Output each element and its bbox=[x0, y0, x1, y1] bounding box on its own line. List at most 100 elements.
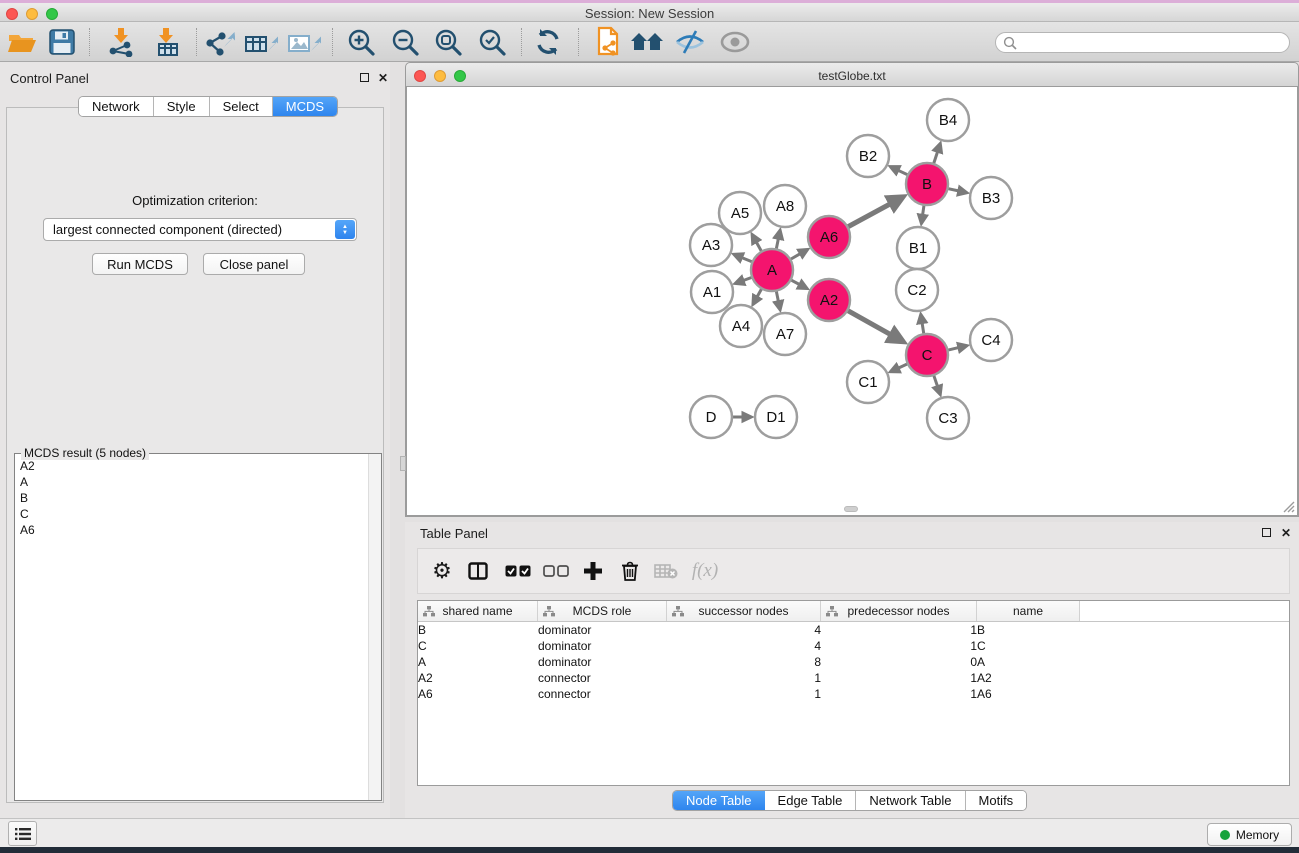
graph-node-B4[interactable]: B4 bbox=[927, 99, 969, 141]
table-cell[interactable]: 1 bbox=[821, 686, 977, 702]
home-icon[interactable] bbox=[629, 25, 665, 59]
table-cell[interactable]: 1 bbox=[667, 670, 821, 686]
export-network-icon[interactable] bbox=[201, 25, 237, 59]
table-row[interactable]: Adominator80A bbox=[418, 654, 1289, 670]
graph-node-C4[interactable]: C4 bbox=[970, 319, 1012, 361]
close-panel-button[interactable]: Close panel bbox=[203, 253, 305, 275]
column-header-shared-name[interactable]: shared name bbox=[418, 601, 538, 621]
tab-style[interactable]: Style bbox=[154, 97, 210, 116]
table-row[interactable]: A6connector11A6 bbox=[418, 686, 1289, 702]
hide-details-icon[interactable] bbox=[672, 25, 708, 59]
graph-node-A8[interactable]: A8 bbox=[764, 185, 806, 227]
export-image-icon[interactable] bbox=[286, 25, 322, 59]
table-cell[interactable]: dominator bbox=[538, 638, 667, 654]
table-cell[interactable]: 1 bbox=[667, 686, 821, 702]
result-item[interactable]: A bbox=[16, 474, 367, 490]
graph-node-B3[interactable]: B3 bbox=[970, 177, 1012, 219]
tab-network[interactable]: Network bbox=[79, 97, 154, 116]
table-cell[interactable]: A2 bbox=[418, 670, 538, 686]
table-cell[interactable]: A2 bbox=[977, 670, 1080, 686]
table-cell[interactable]: dominator bbox=[538, 654, 667, 670]
column-header-predecessor-nodes[interactable]: predecessor nodes bbox=[821, 601, 977, 621]
result-item[interactable]: A6 bbox=[16, 522, 367, 538]
import-table-icon[interactable] bbox=[148, 25, 184, 59]
result-item[interactable]: C bbox=[16, 506, 367, 522]
tab-select[interactable]: Select bbox=[210, 97, 273, 116]
new-network-from-selection-icon[interactable] bbox=[590, 25, 626, 59]
table-float-icon[interactable] bbox=[1262, 528, 1271, 537]
graph-node-A2[interactable]: A2 bbox=[808, 279, 850, 321]
table-close-icon[interactable]: ✕ bbox=[1281, 528, 1291, 538]
graph-node-A4[interactable]: A4 bbox=[720, 305, 762, 347]
graph-node-C[interactable]: C bbox=[906, 334, 948, 376]
select-all-checkboxes-icon[interactable] bbox=[501, 554, 535, 588]
graph-node-D[interactable]: D bbox=[690, 396, 732, 438]
graph-node-C2[interactable]: C2 bbox=[896, 269, 938, 311]
zoom-fit-icon[interactable] bbox=[430, 25, 466, 59]
memory-button[interactable]: Memory bbox=[1207, 823, 1292, 846]
table-cell[interactable]: A6 bbox=[418, 686, 538, 702]
show-columns-icon[interactable] bbox=[461, 554, 495, 588]
graph-node-B2[interactable]: B2 bbox=[847, 135, 889, 177]
table-cell[interactable]: 1 bbox=[821, 670, 977, 686]
result-scrollbar[interactable] bbox=[368, 454, 381, 800]
graph-node-A3[interactable]: A3 bbox=[690, 224, 732, 266]
function-builder-icon[interactable]: f(x) bbox=[683, 554, 727, 588]
table-row[interactable]: Cdominator41C bbox=[418, 638, 1289, 654]
graph-node-A[interactable]: A bbox=[751, 249, 793, 291]
table-cell[interactable]: A6 bbox=[977, 686, 1080, 702]
table-cell[interactable]: B bbox=[977, 622, 1080, 638]
criterion-dropdown[interactable]: largest connected component (directed) ▲… bbox=[43, 218, 357, 241]
graph-edge[interactable] bbox=[847, 204, 891, 228]
table-cell[interactable]: dominator bbox=[538, 622, 667, 638]
import-network-icon[interactable] bbox=[103, 25, 139, 59]
graph-node-A5[interactable]: A5 bbox=[719, 192, 761, 234]
graph-edge[interactable] bbox=[846, 310, 890, 335]
table-cell[interactable]: 0 bbox=[821, 654, 977, 670]
table-cell[interactable]: 1 bbox=[821, 638, 977, 654]
graph-node-B1[interactable]: B1 bbox=[897, 227, 939, 269]
table-options-icon[interactable]: ⚙ bbox=[425, 554, 459, 588]
graph-node-B[interactable]: B bbox=[906, 163, 948, 205]
table-cell[interactable]: connector bbox=[538, 670, 667, 686]
table-cell[interactable]: connector bbox=[538, 686, 667, 702]
column-header-name[interactable]: name bbox=[977, 601, 1080, 621]
table-row[interactable]: A2connector11A2 bbox=[418, 670, 1289, 686]
open-session-icon[interactable] bbox=[4, 25, 40, 59]
table-row[interactable]: Bdominator41B bbox=[418, 622, 1289, 638]
graph-node-D1[interactable]: D1 bbox=[755, 396, 797, 438]
table-cell[interactable]: C bbox=[977, 638, 1080, 654]
table-cell[interactable]: 4 bbox=[667, 622, 821, 638]
zoom-in-icon[interactable] bbox=[343, 25, 379, 59]
table-cell[interactable]: C bbox=[418, 638, 538, 654]
graph-node-C3[interactable]: C3 bbox=[927, 397, 969, 439]
table-cell[interactable]: A bbox=[418, 654, 538, 670]
result-item[interactable]: A2 bbox=[16, 458, 367, 474]
zoom-out-icon[interactable] bbox=[387, 25, 423, 59]
graph-node-A6[interactable]: A6 bbox=[808, 216, 850, 258]
delete-table-icon[interactable] bbox=[649, 554, 683, 588]
zoom-selected-icon[interactable] bbox=[474, 25, 510, 59]
result-item[interactable]: B bbox=[16, 490, 367, 506]
network-canvas[interactable]: AA1A2A3A4A5A6A7A8BB1B2B3B4CC1C2C3C4DD1 bbox=[405, 87, 1299, 517]
table-cell[interactable]: A bbox=[977, 654, 1080, 670]
table-cell[interactable]: 8 bbox=[667, 654, 821, 670]
network-graph[interactable]: AA1A2A3A4A5A6A7A8BB1B2B3B4CC1C2C3C4DD1 bbox=[407, 87, 1297, 515]
tab-edge-table[interactable]: Edge Table bbox=[765, 791, 857, 810]
column-header-successor-nodes[interactable]: successor nodes bbox=[667, 601, 821, 621]
column-header-MCDS-role[interactable]: MCDS role bbox=[538, 601, 667, 621]
deselect-all-checkboxes-icon[interactable] bbox=[539, 554, 573, 588]
export-table-icon[interactable] bbox=[243, 25, 279, 59]
graph-node-C1[interactable]: C1 bbox=[847, 361, 889, 403]
resize-grip-icon[interactable] bbox=[1282, 500, 1295, 513]
float-panel-icon[interactable] bbox=[360, 73, 369, 82]
show-panels-button[interactable] bbox=[8, 821, 37, 846]
tab-mcds[interactable]: MCDS bbox=[273, 97, 337, 116]
graph-node-A1[interactable]: A1 bbox=[691, 271, 733, 313]
table-cell[interactable]: 1 bbox=[821, 622, 977, 638]
add-column-icon[interactable] bbox=[576, 554, 610, 588]
close-panel-icon[interactable]: ✕ bbox=[378, 73, 388, 83]
tab-node-table[interactable]: Node Table bbox=[673, 791, 765, 810]
table-cell[interactable]: B bbox=[418, 622, 538, 638]
save-session-icon[interactable] bbox=[44, 25, 80, 59]
